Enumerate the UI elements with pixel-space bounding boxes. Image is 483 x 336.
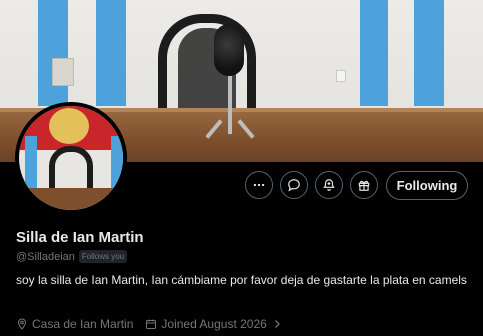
profile-location: Casa de Ian Martin (16, 317, 133, 331)
banner-wall-plate (52, 58, 74, 86)
more-horizontal-icon (253, 183, 265, 187)
profile-joined[interactable]: Joined August 2026 (145, 317, 282, 331)
avatar-blue-stripe (25, 136, 37, 196)
profile-avatar[interactable] (15, 102, 127, 214)
profile-bio: soy la silla de Ian Martin, Ian cámbiame… (16, 273, 467, 287)
more-button[interactable] (245, 171, 273, 199)
notifications-button[interactable] (315, 171, 343, 199)
following-button[interactable]: Following (386, 171, 468, 200)
gift-icon (358, 180, 370, 191)
handle-row: @Silladeian Follows you (16, 250, 128, 263)
banner-mic-stand (228, 76, 232, 134)
avatar-blue-stripe (111, 136, 123, 196)
profile-display-name: Silla de Ian Martin (16, 229, 144, 246)
banner-outlet (336, 70, 346, 82)
message-button[interactable] (280, 171, 308, 199)
avatar-table (19, 188, 123, 210)
banner-blue-stripe (414, 0, 444, 106)
banner-microphone (214, 24, 244, 76)
banner-blue-stripe (38, 0, 68, 106)
banner-blue-stripe (360, 0, 388, 106)
profile-location-text: Casa de Ian Martin (32, 317, 134, 331)
profile-meta-row: Casa de Ian Martin Joined August 2026 (16, 317, 295, 331)
calendar-icon (146, 319, 157, 329)
profile-joined-text: Joined August 2026 (161, 317, 267, 331)
subscribe-button[interactable] (350, 171, 378, 199)
banner-blue-stripe (96, 0, 126, 106)
chevron-right-icon (274, 320, 280, 328)
profile-handle: @Silladeian (16, 250, 75, 263)
follows-you-badge: Follows you (78, 250, 128, 263)
bell-plus-icon (323, 179, 335, 191)
location-pin-icon (17, 318, 27, 330)
avatar-flag-emblem (49, 108, 89, 144)
message-bubble-icon (288, 179, 300, 192)
